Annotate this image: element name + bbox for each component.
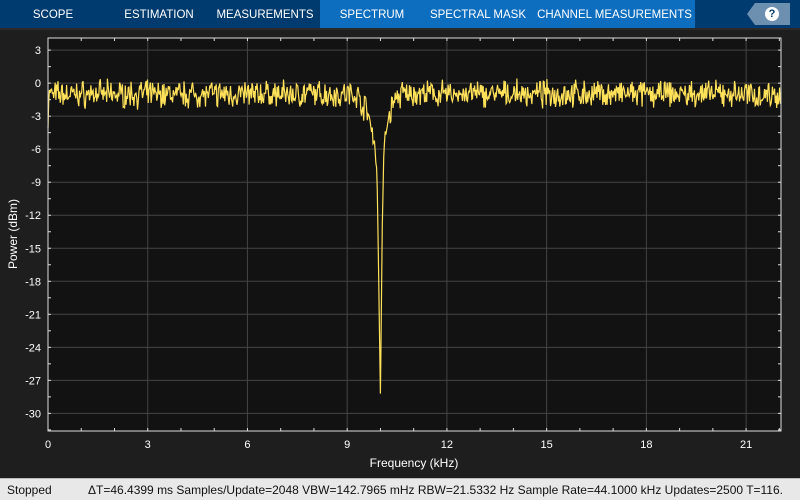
y-tick-label: -21 xyxy=(25,309,41,321)
spectrum-chart: 0 3 6 9 12 15 18 21 3 0 -3 -6 -9 -12 -15 -18 -21 -24 -27 -3… xyxy=(6,37,782,470)
y-tick-label: -12 xyxy=(25,210,41,222)
status-bar: Stopped ΔT=46.4399 ms Samples/Update=204… xyxy=(0,478,800,500)
y-tick-label: -3 xyxy=(31,111,41,123)
y-tick-label: -9 xyxy=(31,177,41,189)
status-info: ΔT=46.4399 ms Samples/Update=2048 VBW=14… xyxy=(88,483,783,497)
x-tick-label: 9 xyxy=(344,439,350,451)
y-tick-label: 3 xyxy=(35,45,41,57)
tab-scope[interactable]: SCOPE xyxy=(18,0,88,28)
tab-spectral-mask[interactable]: SPECTRAL MASK xyxy=(428,0,528,28)
x-tick-label: 18 xyxy=(640,439,652,451)
tab-measurements[interactable]: MEASUREMENTS xyxy=(215,0,315,28)
help-button[interactable]: ? xyxy=(747,3,790,25)
y-tick-label: -27 xyxy=(25,375,41,387)
status-state: Stopped xyxy=(7,483,52,497)
x-tick-label: 3 xyxy=(145,439,151,451)
y-tick-label: -15 xyxy=(25,243,41,255)
x-tick-label: 6 xyxy=(244,439,250,451)
x-tick-label: 15 xyxy=(541,439,553,451)
help-icon: ? xyxy=(765,7,779,21)
tab-estimation[interactable]: ESTIMATION xyxy=(120,0,198,28)
x-tick-label: 12 xyxy=(441,439,453,451)
y-axis-label: Power (dBm) xyxy=(6,199,20,269)
y-tick-label: -18 xyxy=(25,276,41,288)
x-axis-label: Frequency (kHz) xyxy=(370,456,459,470)
y-tick-label: -24 xyxy=(25,342,41,354)
tab-bar: SCOPE ESTIMATION MEASUREMENTS SPECTRUM S… xyxy=(0,0,800,28)
y-tick-label: 0 xyxy=(35,78,41,90)
tab-spectrum[interactable]: SPECTRUM xyxy=(332,0,412,28)
x-tick-label: 0 xyxy=(45,439,51,451)
tab-channel-measurements[interactable]: CHANNEL MEASUREMENTS xyxy=(537,0,692,28)
y-tick-label: -30 xyxy=(25,408,41,420)
y-tick-label: -6 xyxy=(31,144,41,156)
x-tick-label: 21 xyxy=(740,439,752,451)
